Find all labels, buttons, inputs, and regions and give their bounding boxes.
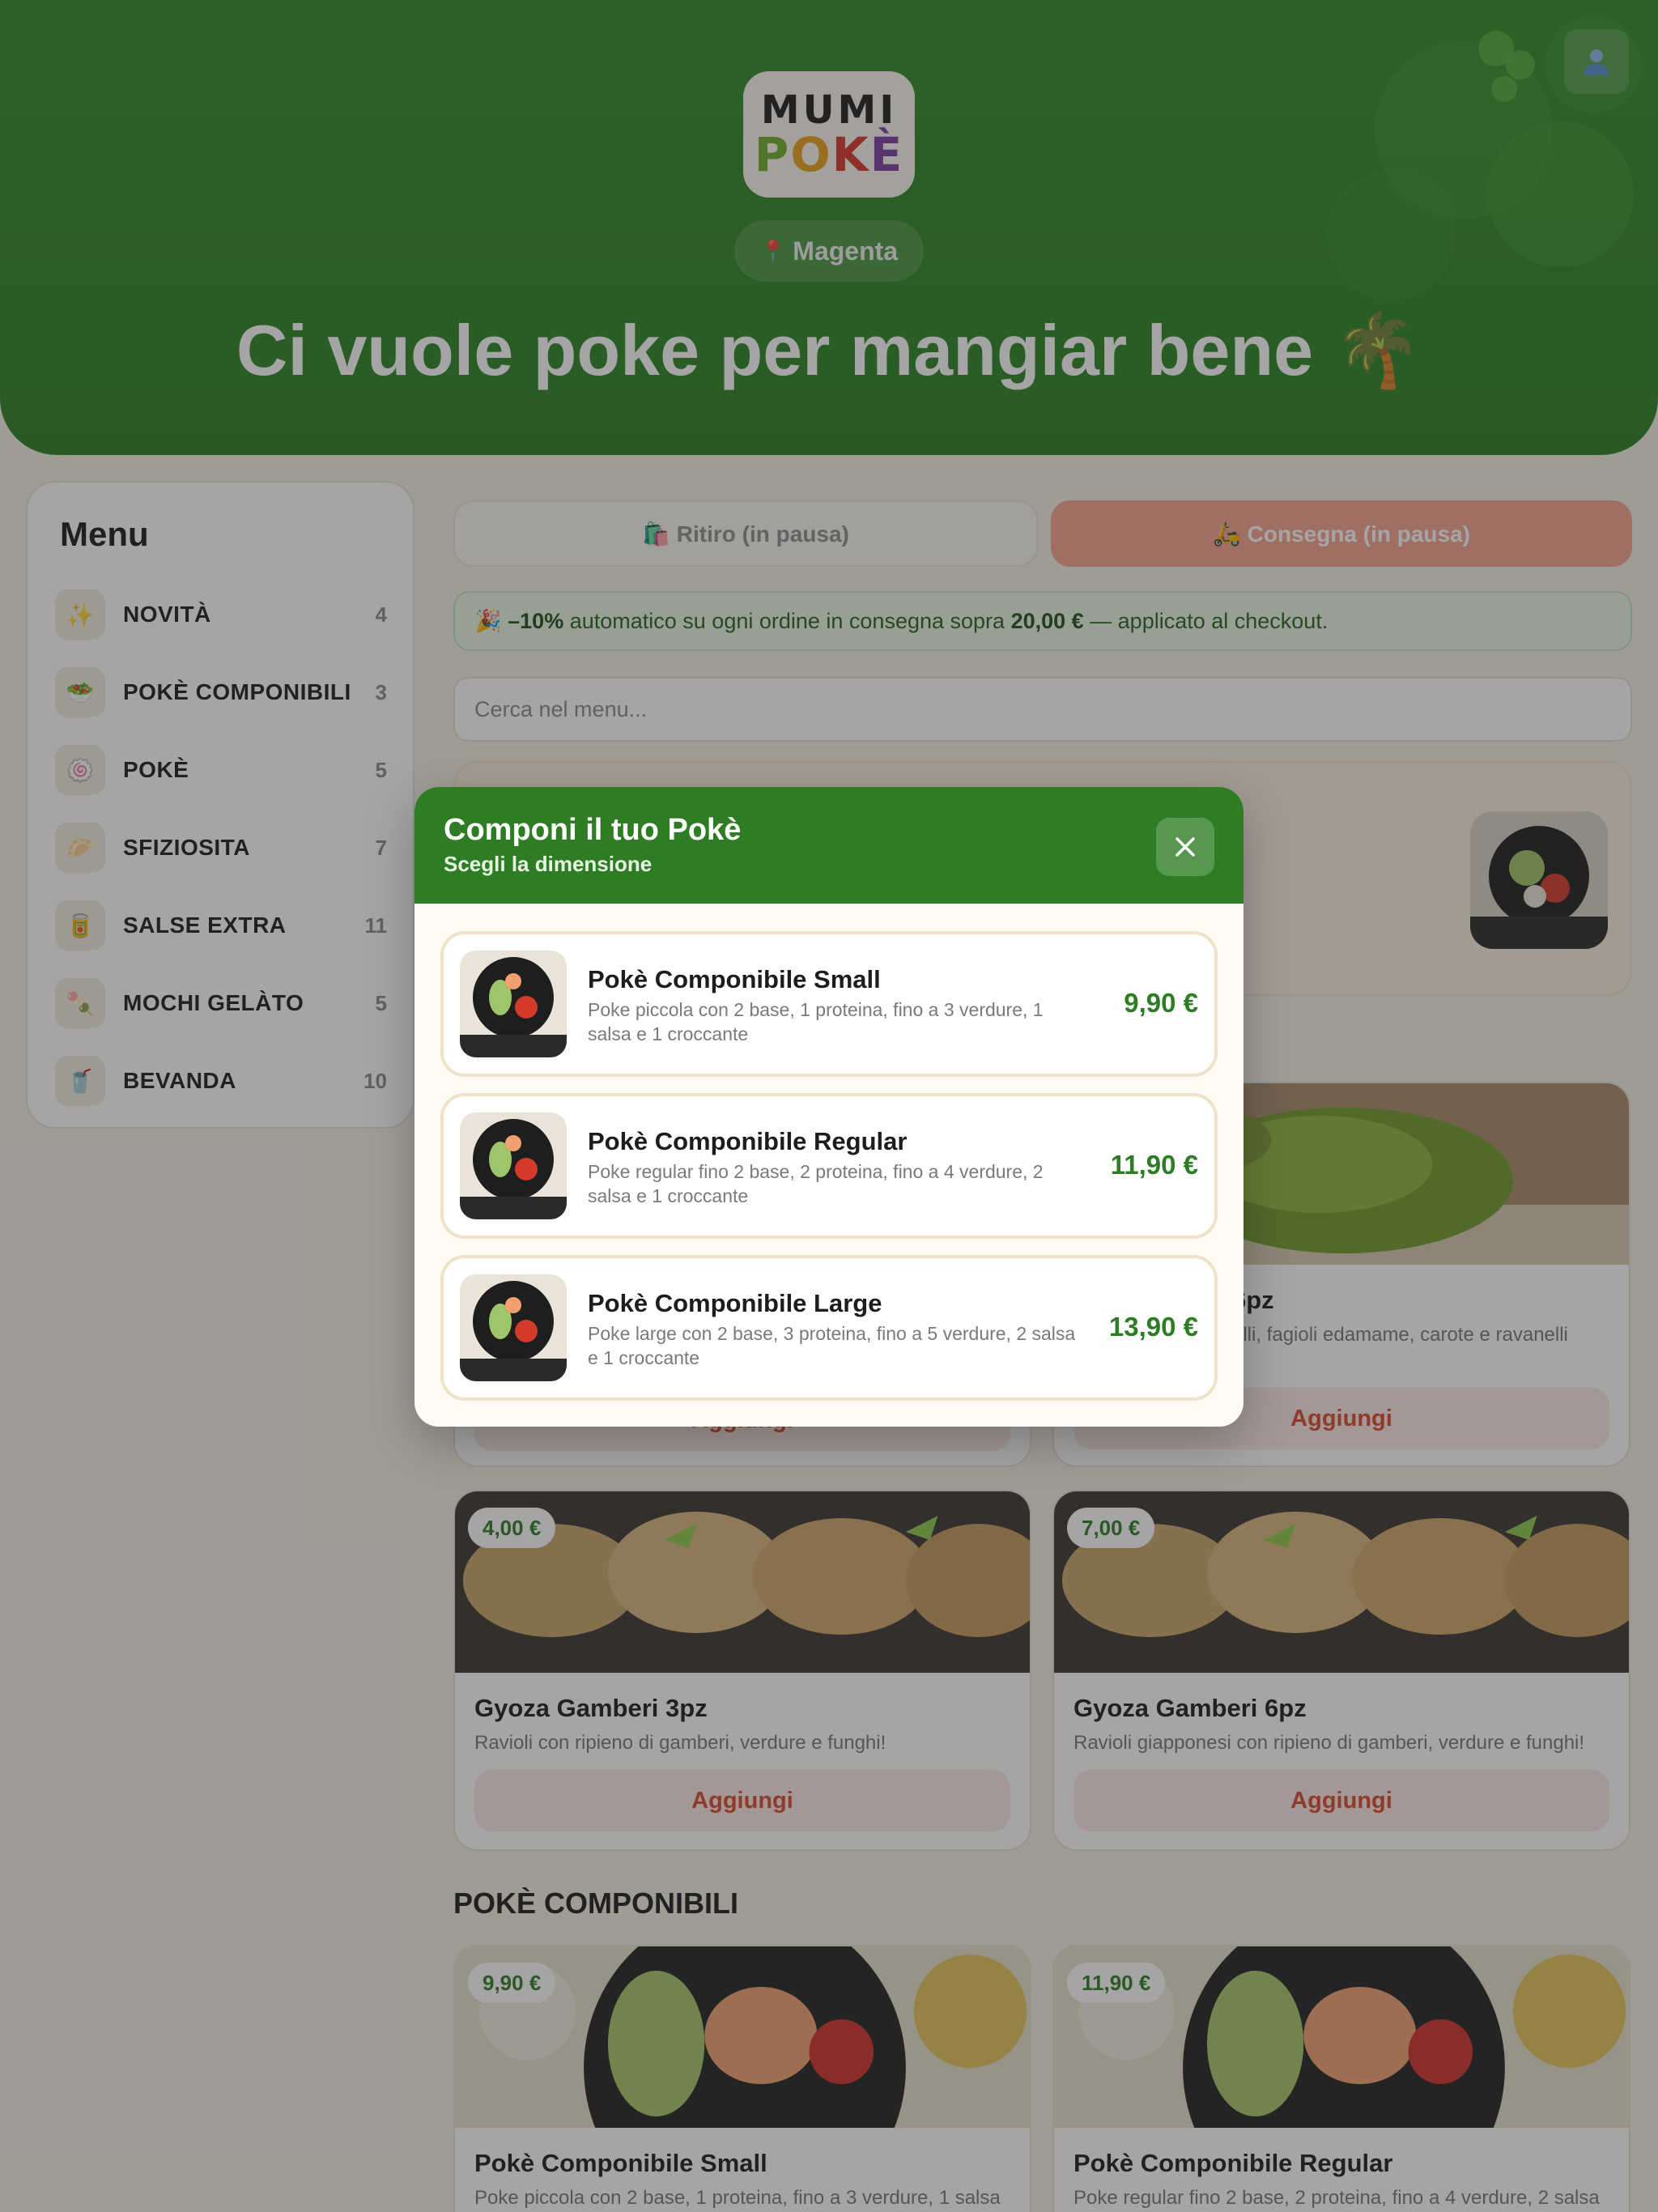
- option-description: Poke piccola con 2 base, 1 proteina, fin…: [588, 999, 1044, 1044]
- poke-image: [460, 951, 567, 1057]
- modal-title: Componi il tuo Pokè: [444, 813, 742, 847]
- option-title: Pokè Componibile Regular: [588, 1127, 908, 1155]
- option-price: 9,90 €: [1124, 988, 1198, 1018]
- poke-image: [460, 1274, 567, 1381]
- close-button[interactable]: [1156, 818, 1214, 876]
- option-price: 11,90 €: [1110, 1150, 1198, 1180]
- poke-image: [460, 1112, 567, 1219]
- size-picker-modal: Componi il tuo Pokè Scegli la dimensione…: [414, 787, 1244, 1427]
- modal-header: Componi il tuo Pokè Scegli la dimensione: [414, 787, 1244, 904]
- option-description: Poke large con 2 base, 3 proteina, fino …: [588, 1323, 1076, 1368]
- option-title: Pokè Componibile Small: [588, 965, 881, 993]
- size-option-small[interactable]: Pokè Componibile Small Poke piccola con …: [440, 931, 1218, 1077]
- close-icon: [1175, 837, 1195, 857]
- option-price: 13,90 €: [1108, 1312, 1198, 1342]
- option-description: Poke regular fino 2 base, 2 proteina, fi…: [588, 1161, 1044, 1206]
- size-option-large[interactable]: Pokè Componibile Large Poke large con 2 …: [440, 1255, 1218, 1401]
- option-title: Pokè Componibile Large: [588, 1289, 882, 1317]
- modal-subtitle: Scegli la dimensione: [444, 852, 653, 876]
- size-option-regular[interactable]: Pokè Componibile Regular Poke regular fi…: [440, 1093, 1218, 1239]
